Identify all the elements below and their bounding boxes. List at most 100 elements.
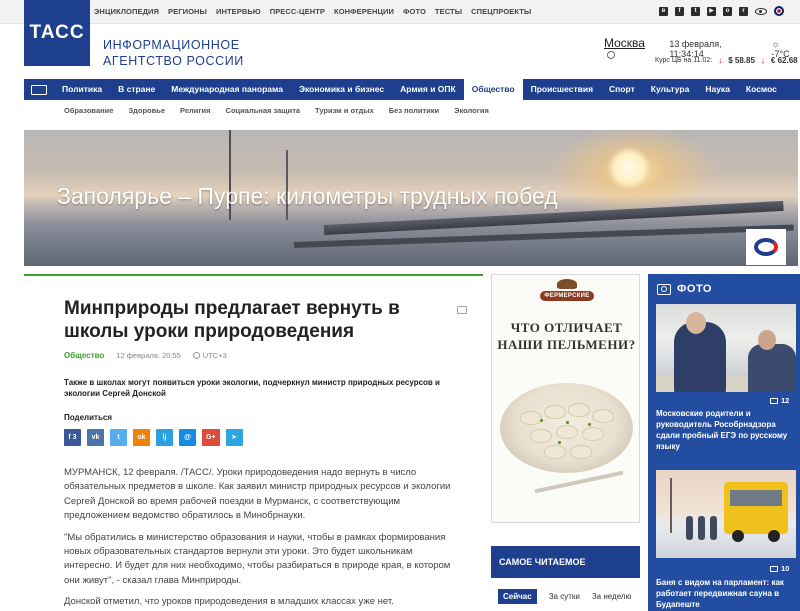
share-vk-button[interactable]: vk xyxy=(87,429,104,446)
menu-icon[interactable] xyxy=(24,79,54,100)
agency-name: ИНФОРМАЦИОННОЕ АГЕНТСТВО РОССИИ xyxy=(103,37,244,69)
ad-fork xyxy=(534,470,624,494)
dumpling xyxy=(556,425,578,439)
photo-caption[interactable]: Баня с видом на парламент: как работает … xyxy=(656,577,796,610)
hero-title[interactable]: Заполярье – Пурпе: километры трудных поб… xyxy=(57,183,558,210)
photo-head xyxy=(686,312,706,334)
top-nav-item-special-projects[interactable]: СПЕЦПРОЕКТЫ xyxy=(471,7,531,16)
ad-headline: ЧТО ОТЛИЧАЕТ НАШИ ПЕЛЬМЕНИ? xyxy=(492,319,639,353)
agency-line-2: АГЕНТСТВО РОССИИ xyxy=(103,54,244,68)
nav-item-incidents[interactable]: Происшествия xyxy=(523,79,601,100)
photo-caption[interactable]: Московские родители и руководитель Рособ… xyxy=(656,408,796,452)
language-flag-icon[interactable] xyxy=(774,6,784,16)
nav-item-army[interactable]: Армия и ОПК xyxy=(392,79,464,100)
share-facebook-button[interactable]: f 3 xyxy=(64,429,81,446)
photo-thumbnail[interactable] xyxy=(656,304,796,392)
photo-tree xyxy=(670,478,672,533)
sub-nav: Образование Здоровье Религия Социальная … xyxy=(64,106,489,115)
share-livejournal-button[interactable]: lj xyxy=(156,429,173,446)
article: Минприроды предлагает вернуть в школы ур… xyxy=(24,274,483,611)
ad-brand-logo: ФЕРМЕРСКИЕ xyxy=(540,279,594,309)
nav-item-space[interactable]: Космос xyxy=(738,79,785,100)
photo-bus-wheel xyxy=(768,530,780,542)
timezone-label: UTC+3 xyxy=(202,351,227,360)
youtube-icon[interactable]: ▶ xyxy=(707,6,716,16)
social-icons: в f t ▶ о r xyxy=(659,6,784,16)
sub-nav-health[interactable]: Здоровье xyxy=(128,106,165,115)
location-icon xyxy=(607,51,615,59)
most-read-title: САМОЕ ЧИТАЕМОЕ xyxy=(499,557,586,567)
hero-banner[interactable]: Заполярье – Пурпе: километры трудных поб… xyxy=(24,130,798,266)
sub-nav-ecology[interactable]: Экология xyxy=(454,106,489,115)
top-nav-item-press-center[interactable]: ПРЕСС-ЦЕНТР xyxy=(270,7,325,16)
article-date: 12 февраля, 20:55 xyxy=(116,351,181,360)
top-nav-item-conferences[interactable]: КОНФЕРЕНЦИИ xyxy=(334,7,394,16)
print-icon[interactable] xyxy=(457,306,467,314)
nav-item-science[interactable]: Наука xyxy=(697,79,738,100)
top-nav-item-photo[interactable]: ФОТО xyxy=(403,7,426,16)
nav-item-politics[interactable]: Политика xyxy=(54,79,110,100)
usd-arrow-icon: ↓ xyxy=(718,56,723,65)
nav-item-culture[interactable]: Культура xyxy=(643,79,698,100)
article-body: МУРМАНСК, 12 февраля. /ТАСС/. Уроки прир… xyxy=(64,466,454,611)
photo-header[interactable]: ФОТО xyxy=(657,283,712,295)
photo-head xyxy=(758,330,776,350)
dumpling xyxy=(544,405,566,419)
most-read-tabs: Сейчас За сутки За неделю xyxy=(498,589,632,604)
dumpling xyxy=(582,427,604,441)
top-nav-item-encyclopedia[interactable]: ЭНЦИКЛОПЕДИЯ xyxy=(94,7,159,16)
rss-icon[interactable]: r xyxy=(739,6,748,16)
share-email-button[interactable]: @ xyxy=(179,429,196,446)
city-name: Москва xyxy=(604,36,645,50)
photo-count: 10 xyxy=(770,564,789,573)
sub-nav-no-politics[interactable]: Без политики xyxy=(389,106,439,115)
photo-count: 12 xyxy=(770,396,789,405)
article-paragraph: Донской отметил, что уроков природоведен… xyxy=(64,596,394,608)
article-lead: Также в школах могут появиться уроки эко… xyxy=(64,378,440,398)
hero-sun xyxy=(607,146,651,190)
share-telegram-button[interactable]: ➤ xyxy=(225,429,243,446)
facebook-icon[interactable]: f xyxy=(675,6,684,16)
tab-week[interactable]: За неделю xyxy=(592,592,632,601)
share-label: Поделиться xyxy=(64,413,113,422)
vk-icon[interactable]: в xyxy=(659,6,668,16)
sub-nav-social-protection[interactable]: Социальная защита xyxy=(226,106,301,115)
clock-icon xyxy=(192,352,200,359)
share-googleplus-button[interactable]: G+ xyxy=(202,429,220,446)
herb xyxy=(588,423,591,426)
photo-person xyxy=(710,516,717,540)
herb xyxy=(566,421,569,424)
herb xyxy=(558,441,561,444)
eur-rate: € 62.68 xyxy=(770,56,798,65)
share-twitter-button[interactable]: t xyxy=(110,429,127,446)
photo-thumbnail[interactable] xyxy=(656,470,796,558)
nav-item-society[interactable]: Общество xyxy=(463,79,523,100)
tass-logo[interactable]: ТАСС xyxy=(24,0,90,66)
top-nav-item-regions[interactable]: РЕГИОНЫ xyxy=(168,7,207,16)
tab-day[interactable]: За сутки xyxy=(549,592,580,601)
nav-item-international[interactable]: Международная панорама xyxy=(163,79,291,100)
city-selector[interactable]: Москва xyxy=(604,36,655,62)
odnoklassniki-icon[interactable]: о xyxy=(723,6,732,16)
usd-rate: $ 58.85 xyxy=(728,56,755,65)
photo-person xyxy=(748,344,796,392)
ad-dumplings-plate xyxy=(500,383,633,473)
sub-nav-tourism[interactable]: Туризм и отдых xyxy=(315,106,374,115)
camera-icon xyxy=(657,283,671,295)
twitter-icon[interactable]: t xyxy=(691,6,700,16)
nav-item-sport[interactable]: Спорт xyxy=(601,79,643,100)
nav-item-country[interactable]: В стране xyxy=(110,79,163,100)
sub-nav-education[interactable]: Образование xyxy=(64,106,113,115)
tab-now[interactable]: Сейчас xyxy=(498,589,537,604)
top-nav-item-interviews[interactable]: ИНТЕРВЬЮ xyxy=(216,7,261,16)
top-nav-item-tests[interactable]: ТЕСТЫ xyxy=(435,7,462,16)
top-nav: ЭНЦИКЛОПЕДИЯ РЕГИОНЫ ИНТЕРВЬЮ ПРЕСС-ЦЕНТ… xyxy=(94,7,531,16)
article-category[interactable]: Общество xyxy=(64,351,104,360)
advertisement-banner[interactable]: ФЕРМЕРСКИЕ ЧТО ОТЛИЧАЕТ НАШИ ПЕЛЬМЕНИ? xyxy=(491,274,640,523)
share-odnoklassniki-button[interactable]: ok xyxy=(133,429,150,446)
article-paragraph: "Мы обратились в министерство образовани… xyxy=(64,531,451,586)
eye-icon[interactable] xyxy=(755,7,767,15)
agency-line-1: ИНФОРМАЦИОННОЕ xyxy=(103,38,240,52)
sub-nav-religion[interactable]: Религия xyxy=(180,106,210,115)
nav-item-economy[interactable]: Экономика и бизнес xyxy=(291,79,392,100)
